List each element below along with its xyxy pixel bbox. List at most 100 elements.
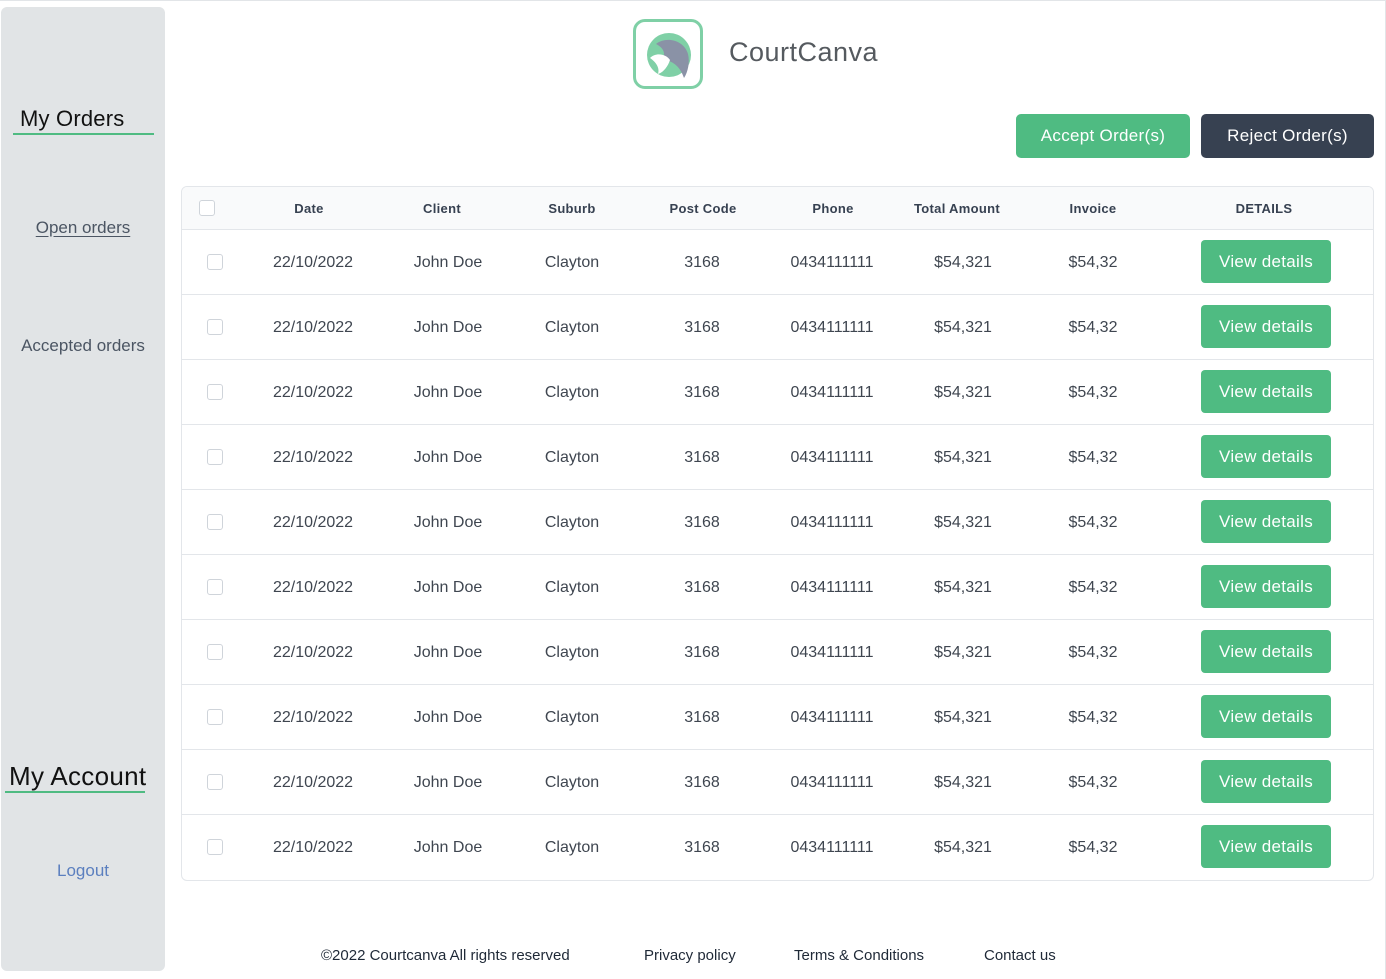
my-orders-heading: My Orders [20, 106, 125, 131]
cell-total-amount: $54,321 [934, 579, 992, 596]
cell-date: 22/10/2022 [272, 319, 354, 336]
brand-name: CourtCanva [729, 37, 879, 67]
reject-orders-button[interactable]: Reject Order(s) [1201, 114, 1374, 158]
view-details-button[interactable]: View details [1201, 825, 1331, 868]
cell-invoice: $54,32 [1068, 774, 1118, 791]
cell-date: 22/10/2022 [272, 514, 354, 531]
row-checkbox[interactable] [207, 319, 223, 335]
cell-post-code: 3168 [684, 449, 720, 466]
table-row: 22/10/2022 John Doe Clayton 3168 0434111111 $… [182, 295, 1373, 360]
cell-phone: 0434111111 [790, 774, 874, 791]
cell-client: John Doe [413, 774, 483, 791]
header-details: DETAILS [1235, 201, 1293, 216]
cell-client: John Doe [413, 514, 483, 531]
row-checkbox[interactable] [207, 709, 223, 725]
sidebar-item-open-orders[interactable]: Open orders [1, 218, 165, 238]
cell-phone: 0434111111 [790, 449, 874, 466]
logout-link[interactable]: Logout [1, 861, 165, 881]
cell-phone: 0434111111 [790, 839, 874, 856]
cell-invoice: $54,32 [1068, 839, 1118, 856]
cell-invoice: $54,32 [1068, 384, 1118, 401]
cell-total-amount: $54,321 [934, 644, 992, 661]
row-checkbox[interactable] [207, 254, 223, 270]
cell-date: 22/10/2022 [272, 449, 354, 466]
cell-post-code: 3168 [684, 384, 720, 401]
cell-date: 22/10/2022 [272, 709, 354, 726]
cell-phone: 0434111111 [790, 579, 874, 596]
accept-orders-button[interactable]: Accept Order(s) [1016, 114, 1190, 158]
cell-client: John Doe [413, 254, 483, 271]
footer-copyright: ©2022 Courtcanva All rights reserved [321, 947, 570, 964]
cell-post-code: 3168 [684, 774, 720, 791]
sidebar: My Orders Open orders Accepted orders My… [1, 7, 165, 971]
table-row: 22/10/2022 John Doe Clayton 3168 0434111111 $… [182, 750, 1373, 815]
cell-invoice: $54,32 [1068, 644, 1118, 661]
cell-suburb: Clayton [544, 839, 600, 856]
cell-date: 22/10/2022 [272, 384, 354, 401]
cell-suburb: Clayton [544, 579, 600, 596]
cell-invoice: $54,32 [1068, 449, 1118, 466]
cell-suburb: Clayton [544, 709, 600, 726]
view-details-button[interactable]: View details [1201, 435, 1331, 478]
cell-post-code: 3168 [684, 514, 720, 531]
cell-total-amount: $54,321 [934, 774, 992, 791]
cell-invoice: $54,32 [1068, 254, 1118, 271]
footer-contact-link[interactable]: Contact us [984, 947, 1056, 964]
footer-privacy-link[interactable]: Privacy policy [644, 947, 736, 964]
cell-invoice: $54,32 [1068, 514, 1118, 531]
view-details-button[interactable]: View details [1201, 565, 1331, 608]
table-row: 22/10/2022 John Doe Clayton 3168 0434111111 $… [182, 555, 1373, 620]
cell-suburb: Clayton [544, 319, 600, 336]
header-total-amount: Total Amount [914, 201, 1000, 216]
header-client: Client [423, 201, 461, 216]
footer-terms-link[interactable]: Terms & Conditions [794, 947, 924, 964]
cell-total-amount: $54,321 [934, 709, 992, 726]
row-checkbox[interactable] [207, 384, 223, 400]
orders-table: Date Client Suburb Post Code Phone Total… [181, 186, 1374, 881]
row-checkbox[interactable] [207, 644, 223, 660]
cell-phone: 0434111111 [790, 254, 874, 271]
view-details-button[interactable]: View details [1201, 760, 1331, 803]
row-checkbox[interactable] [207, 579, 223, 595]
table-row: 22/10/2022 John Doe Clayton 3168 0434111111 $… [182, 685, 1373, 750]
cell-post-code: 3168 [684, 319, 720, 336]
table-row: 22/10/2022 John Doe Clayton 3168 0434111111 $… [182, 490, 1373, 555]
cell-post-code: 3168 [684, 839, 720, 856]
cell-total-amount: $54,321 [934, 449, 992, 466]
my-account-heading: My Account [9, 761, 147, 791]
cell-phone: 0434111111 [790, 514, 874, 531]
cell-client: John Doe [413, 319, 483, 336]
view-details-button[interactable]: View details [1201, 305, 1331, 348]
cell-suburb: Clayton [544, 449, 600, 466]
view-details-button[interactable]: View details [1201, 370, 1331, 413]
cell-client: John Doe [413, 579, 483, 596]
cell-invoice: $54,32 [1068, 319, 1118, 336]
view-details-button[interactable]: View details [1201, 630, 1331, 673]
cell-date: 22/10/2022 [272, 644, 354, 661]
view-details-button[interactable]: View details [1201, 695, 1331, 738]
courtcanva-logo-icon [633, 19, 703, 89]
row-checkbox[interactable] [207, 839, 223, 855]
cell-invoice: $54,32 [1068, 709, 1118, 726]
header-suburb: Suburb [548, 201, 596, 216]
view-details-button[interactable]: View details [1201, 240, 1331, 283]
view-details-button[interactable]: View details [1201, 500, 1331, 543]
header-post-code: Post Code [669, 201, 737, 216]
cell-suburb: Clayton [544, 254, 600, 271]
header-phone: Phone [812, 201, 854, 216]
row-checkbox[interactable] [207, 774, 223, 790]
row-checkbox[interactable] [207, 514, 223, 530]
cell-total-amount: $54,321 [934, 319, 992, 336]
cell-suburb: Clayton [544, 514, 600, 531]
table-row: 22/10/2022 John Doe Clayton 3168 0434111111 $… [182, 425, 1373, 490]
cell-suburb: Clayton [544, 644, 600, 661]
header-date: Date [294, 201, 324, 216]
row-checkbox[interactable] [207, 449, 223, 465]
sidebar-item-accepted-orders[interactable]: Accepted orders [1, 336, 165, 356]
cell-date: 22/10/2022 [272, 839, 354, 856]
cell-post-code: 3168 [684, 709, 720, 726]
my-orders-underline [13, 133, 154, 135]
cell-suburb: Clayton [544, 384, 600, 401]
select-all-checkbox[interactable] [199, 200, 215, 216]
my-account-underline [5, 791, 145, 793]
